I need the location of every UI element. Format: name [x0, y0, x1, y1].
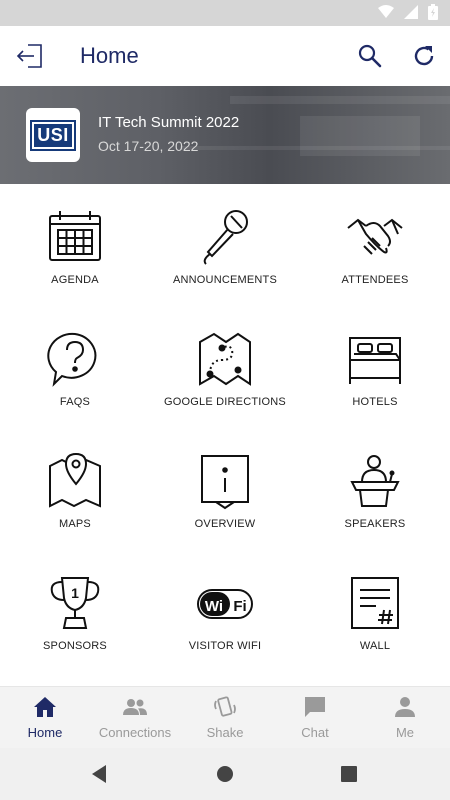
tile-label: WALL [359, 640, 391, 652]
info-board-icon [201, 455, 249, 510]
app-bar: Home [0, 26, 450, 86]
tile-maps[interactable]: MAPS [0, 428, 150, 550]
svg-text:1: 1 [71, 585, 79, 601]
tile-hotels[interactable]: HOTELS [300, 306, 450, 428]
nav-home[interactable]: Home [0, 687, 90, 749]
status-bar [0, 0, 450, 26]
tile-google-directions[interactable]: GOOGLE DIRECTIONS [150, 306, 300, 428]
recents-square-icon[interactable] [337, 762, 361, 786]
event-banner[interactable]: USI IT Tech Summit 2022 Oct 17-20, 2022 [0, 86, 450, 184]
tile-label: GOOGLE DIRECTIONS [164, 396, 286, 408]
tile-label: ANNOUNCEMENTS [172, 274, 278, 286]
nav-chat[interactable]: Chat [270, 687, 360, 749]
calendar-icon [49, 211, 101, 261]
chat-icon [305, 697, 325, 717]
nav-me[interactable]: Me [360, 687, 450, 749]
refresh-icon[interactable] [410, 42, 438, 70]
cell-signal-icon [404, 5, 418, 19]
shake-phone-icon [214, 696, 236, 717]
back-triangle-icon[interactable] [88, 762, 112, 786]
nav-label: Me [395, 725, 415, 740]
tile-announcements[interactable]: ANNOUNCEMENTS [150, 184, 300, 306]
system-nav-bar [0, 748, 450, 800]
tile-label: SPONSORS [43, 640, 107, 652]
feature-grid: AGENDA ANNOUNCEMENTS ATTENDEES FAQS GOOG… [0, 184, 450, 684]
tile-overview[interactable]: OVERVIEW [150, 428, 300, 550]
nav-connections[interactable]: Connections [90, 687, 180, 749]
question-bubble-icon [47, 332, 97, 387]
tile-label: ATTENDEES [341, 274, 409, 286]
nav-label: Chat [301, 725, 329, 740]
tile-speakers[interactable]: SPEAKERS [300, 428, 450, 550]
wifi-signal-icon [378, 5, 394, 18]
bed-icon [349, 337, 401, 384]
nav-label: Connections [98, 725, 172, 740]
tile-label: OVERVIEW [194, 518, 256, 530]
bottom-nav: Home Connections Shake Chat Me [0, 686, 450, 748]
handshake-icon [347, 218, 403, 255]
route-map-icon [199, 332, 251, 386]
page-title: Home [80, 43, 139, 68]
exit-event-icon[interactable] [14, 40, 46, 72]
nav-label: Shake [206, 725, 244, 740]
tile-label: MAPS [59, 518, 91, 530]
svg-text:Fi: Fi [233, 598, 246, 615]
nav-shake[interactable]: Shake [180, 687, 270, 749]
person-icon [395, 697, 415, 717]
trophy-icon: 1 [50, 577, 100, 629]
event-dates: Oct 17-20, 2022 [98, 138, 199, 154]
tile-sponsors[interactable]: 1 SPONSORS [0, 550, 150, 672]
tile-faqs[interactable]: FAQS [0, 306, 150, 428]
tile-visitor-wifi[interactable]: Wi Fi VISITOR WIFI [150, 550, 300, 672]
event-logo: USI [26, 108, 80, 162]
podium-speaker-icon [350, 455, 400, 507]
tile-label: HOTELS [352, 396, 398, 408]
map-pin-icon [49, 452, 101, 508]
svg-text:Wi: Wi [205, 598, 223, 615]
tile-wall[interactable]: WALL [300, 550, 450, 672]
tile-agenda[interactable]: AGENDA [0, 184, 150, 306]
nav-label: Home [27, 725, 63, 740]
people-icon [123, 699, 147, 715]
tile-label: VISITOR WIFI [188, 640, 262, 652]
microphone-icon [203, 210, 248, 265]
tile-attendees[interactable]: ATTENDEES [300, 184, 450, 306]
tile-label: FAQS [59, 396, 91, 408]
event-title: IT Tech Summit 2022 [98, 114, 240, 131]
wifi-icon: Wi Fi [197, 589, 253, 619]
home-circle-icon[interactable] [213, 762, 237, 786]
home-icon [34, 697, 56, 717]
wall-post-icon [351, 577, 399, 629]
battery-icon [428, 4, 438, 20]
tile-label: SPEAKERS [344, 518, 406, 530]
tile-label: AGENDA [51, 274, 99, 286]
search-icon[interactable] [356, 42, 384, 70]
